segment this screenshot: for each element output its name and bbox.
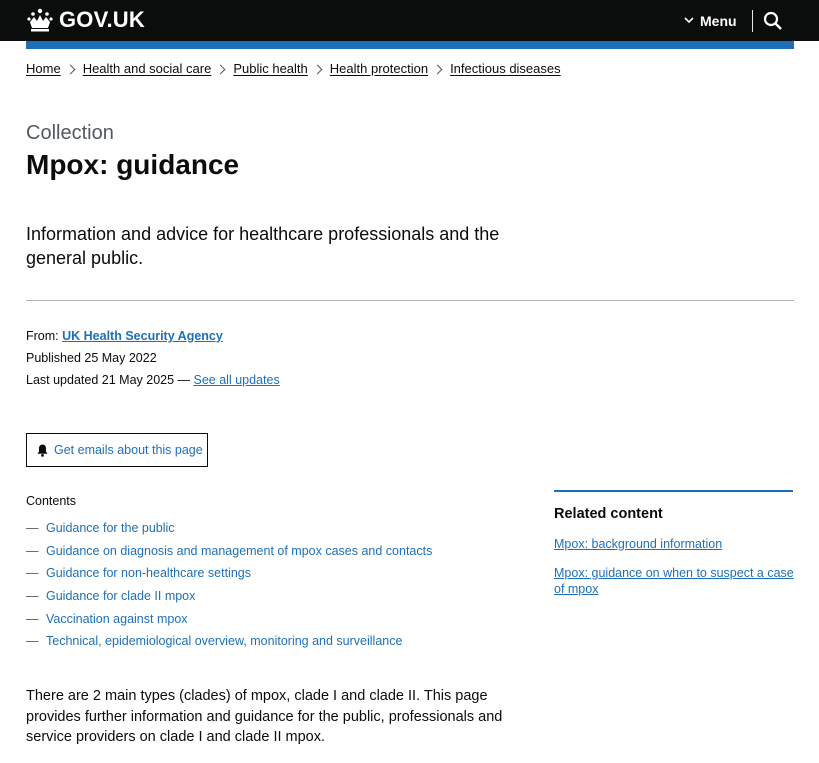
search-icon [763,11,782,30]
meta-updated-date: 21 May 2025 — [101,373,191,387]
body-paragraph: There are 2 main types (clades) of mpox,… [26,688,503,745]
breadcrumb: Home Health and social care Public healt… [26,61,561,77]
contents-item: — Guidance on diagnosis and management of… [26,543,433,558]
logo-text: GOV.UK [59,7,145,32]
related-divider [554,490,793,492]
header-divider [752,10,753,32]
chevron-right-icon [215,64,226,74]
menu-label: Menu [700,12,737,29]
meta-updated: Last updated 21 May 2025 — See all updat… [26,372,280,388]
get-emails-button[interactable]: Get emails about this page [26,433,208,467]
chevron-right-icon [65,64,76,74]
meta-published-date: 25 May 2022 [84,351,157,365]
meta-published: Published 25 May 2022 [26,350,157,366]
chevron-right-icon [432,64,443,74]
contents-link[interactable]: Guidance for the public [46,521,175,535]
contents-heading: Contents [26,494,77,508]
contents-link[interactable]: Technical, epidemiological overview, mon… [46,634,402,648]
chevron-right-icon [312,64,323,74]
contents-item: — Technical, epidemiological overview, mo… [26,634,403,649]
contents-link[interactable]: Guidance for clade II mpox [46,589,195,603]
contents-item: — Guidance for the public [26,521,175,536]
contents-link[interactable]: Guidance on diagnosis and management of … [46,544,432,558]
related-link-suspect-case[interactable]: Mpox: guidance on when to suspect a case… [554,565,794,597]
breadcrumb-public-health[interactable]: Public health [233,61,307,77]
get-emails-label: Get emails about this page [54,443,203,457]
contents-item: — Guidance for non-healthcare settings [26,566,251,581]
bell-icon [37,444,48,457]
contents-link[interactable]: Vaccination against mpox [46,612,188,626]
meta-from-label: From: [26,329,59,343]
menu-button[interactable]: Menu [684,0,737,41]
page-title: Mpox: guidance [26,149,240,180]
govuk-logo-link[interactable]: GOV.UK [26,7,145,33]
breadcrumb-infectious-diseases[interactable]: Infectious diseases [450,61,561,77]
meta-updated-label: Last updated [26,373,99,387]
contents-list: — Guidance for the public — Guidance on di… [26,517,432,653]
contents-item: — Guidance for clade II mpox [26,589,196,604]
chevron-down-icon [684,17,694,24]
breadcrumb-home[interactable]: Home [26,61,61,77]
header-blue-bar [26,41,794,49]
related-link-background[interactable]: Mpox: background information [554,536,794,552]
meta-from: From: UK Health Security Agency [26,328,223,344]
page-lede: Information and advice for healthcare pr… [26,224,500,268]
contents-link[interactable]: Guidance for non-healthcare settings [46,566,251,580]
search-button[interactable] [762,10,784,32]
meta-org-link[interactable]: UK Health Security Agency [62,329,223,343]
see-all-updates-link[interactable]: See all updates [194,373,280,387]
section-divider [26,300,794,301]
related-content-heading: Related content [554,506,663,522]
breadcrumb-health-and-social-care[interactable]: Health and social care [83,61,212,77]
site-header: GOV.UK Menu [0,0,819,41]
meta-published-label: Published [26,351,81,365]
crown-icon [27,8,53,32]
breadcrumb-health-protection[interactable]: Health protection [330,61,428,77]
page-caption: Collection [26,122,114,144]
contents-item: — Vaccination against mpox [26,611,188,626]
